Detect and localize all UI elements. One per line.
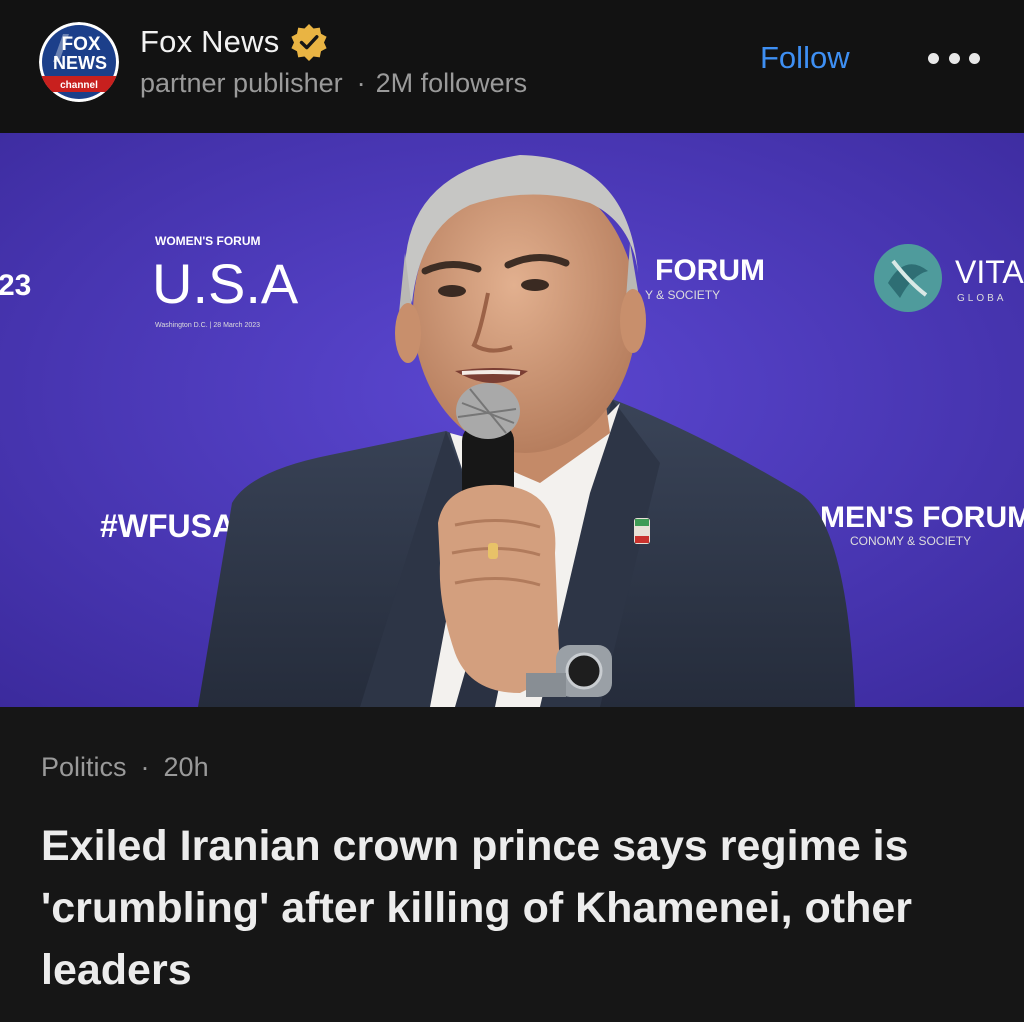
article-category[interactable]: Politics [41,752,127,782]
publisher-logo[interactable]: FOX NEWS channel [39,22,119,102]
article-hero-image[interactable]: 23 WOMEN'S FORUM U.S.A Washington D.C. |… [0,133,1024,707]
backdrop-forum-bottom-sub: CONOMY & SOCIETY [850,534,971,548]
backdrop-brand-small: WOMEN'S FORUM [155,234,261,248]
publisher-meta: partner publisher · 2M followers [140,68,527,99]
publisher-header: FOX NEWS channel Fox News partner publis… [0,0,1024,133]
backdrop-text-year: 23 [0,269,31,302]
logo-text-channel: channel [60,80,98,91]
backdrop-partner-sub: GLOBA [957,293,1006,304]
backdrop-partner-logo-icon [874,244,942,312]
more-options-icon[interactable] [928,48,980,68]
backdrop-brand-big: U.S.A [152,252,299,315]
article-headline[interactable]: Exiled Iranian crown prince says regime … [41,815,991,1001]
backdrop-dateline: Washington D.C. | 28 March 2023 [155,322,260,329]
fox-news-logo-icon: FOX NEWS channel [39,22,119,102]
article-meta: Politics · 20h [41,752,209,783]
article-age: 20h [163,752,209,782]
verified-badge-icon [289,22,329,62]
publisher-name-row[interactable]: Fox News [140,22,329,62]
backdrop-forum-bottom: MEN'S FORUM [820,501,1024,534]
meta-separator: · [140,752,150,782]
hero-photo: 23 WOMEN'S FORUM U.S.A Washington D.C. |… [0,133,1024,707]
publisher-name[interactable]: Fox News [140,24,279,60]
follow-button[interactable]: Follow [760,40,850,76]
backdrop-forum-top-sub: Y & SOCIETY [645,288,720,302]
publisher-role: partner publisher [140,68,343,98]
backdrop-hashtag: #WFUSA [100,508,235,544]
backdrop-partner-name: VITA [955,254,1024,290]
backdrop-forum-top: FORUM [655,254,765,287]
follower-count: 2M followers [375,68,528,98]
meta-separator: · [356,68,366,98]
